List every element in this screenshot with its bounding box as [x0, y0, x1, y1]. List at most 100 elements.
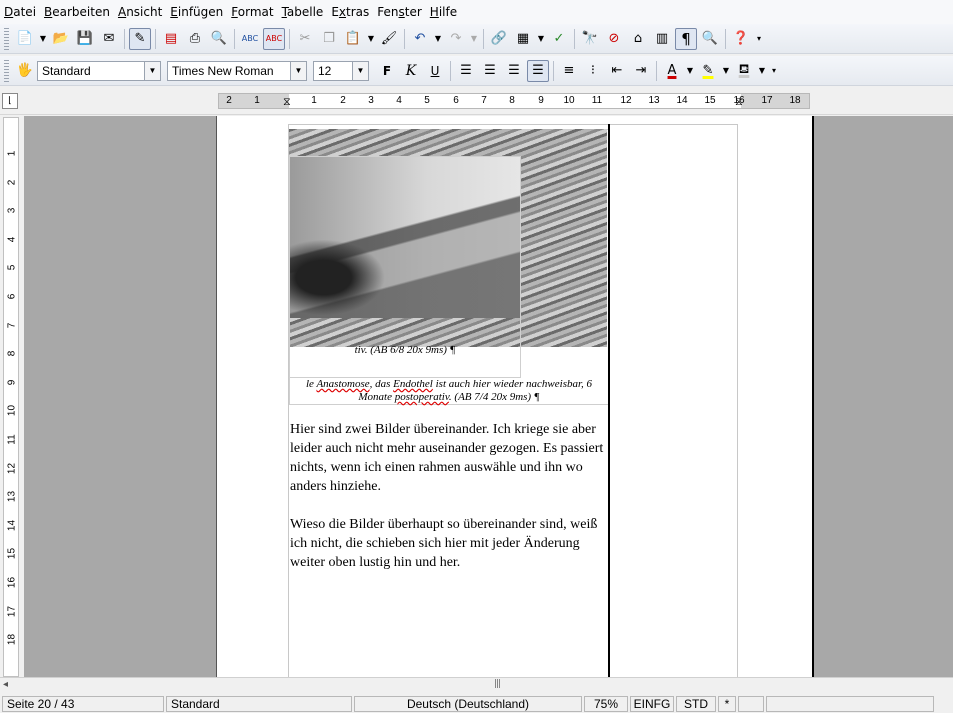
styles-formatting-icon[interactable]: 🖐 [14, 60, 36, 82]
cut-icon[interactable]: ✂ [294, 28, 316, 50]
menu-item[interactable]: Bearbeiten [42, 5, 116, 19]
ruler-tick: 4 [6, 236, 18, 243]
align-center-icon[interactable]: ☰ [479, 60, 501, 82]
hyperlink-icon[interactable]: 🔗 [488, 28, 510, 50]
copy-icon[interactable]: ❐ [318, 28, 340, 50]
body-paragraph[interactable]: Hier sind zwei Bilder übereinander. Ich … [290, 420, 608, 496]
document-area[interactable]: tiv. (AB 6/8 20x 9ms) ¶ le Anastomose, d… [24, 116, 953, 677]
justify-icon[interactable]: ☰ [527, 59, 549, 82]
decrease-indent-icon[interactable]: ⇤ [606, 60, 628, 82]
status-signature[interactable] [738, 696, 764, 712]
page-preview-icon[interactable]: 🔍 [208, 28, 230, 50]
increase-indent-icon[interactable]: ⇥ [630, 60, 652, 82]
ruler-tick: 10 [563, 95, 575, 106]
paragraph-style-combo[interactable]: Standard ▼ [37, 60, 161, 81]
table-icon[interactable]: ▦ [512, 28, 534, 50]
print-icon[interactable]: ⎙ [184, 28, 206, 50]
align-right-icon[interactable]: ☰ [503, 60, 525, 82]
paste-icon[interactable]: 📋 [342, 28, 364, 50]
font-name-combo[interactable]: Times New Roman ▼ [167, 60, 307, 81]
toolbar-overflow-icon[interactable]: ▾ [754, 28, 764, 50]
status-language[interactable]: Deutsch (Deutschland) [354, 696, 582, 712]
save-icon[interactable]: 💾 [74, 28, 96, 50]
zoom-icon[interactable]: 🔍 [699, 28, 721, 50]
highlighting-icon[interactable]: ✎ [697, 60, 719, 82]
menu-item[interactable]: Format [229, 5, 279, 19]
underline-icon[interactable]: U [424, 60, 446, 82]
background-color-dropdown-icon[interactable]: ▼ [757, 60, 767, 82]
navigator-icon[interactable]: ⊘ [603, 28, 625, 50]
tab-stop-selector[interactable]: ⌊ [2, 93, 18, 109]
chevron-down-icon[interactable]: ▼ [352, 61, 368, 80]
menu-item[interactable]: Fenster [375, 5, 428, 19]
highlighting-dropdown-icon[interactable]: ▼ [721, 60, 731, 82]
horizontal-scrollbar[interactable]: ◂ ||| [0, 677, 953, 693]
bullets-icon[interactable]: ⁝ [582, 60, 604, 82]
numbering-icon[interactable]: ≡ [558, 60, 580, 82]
toolbar-overflow-icon[interactable]: ▾ [769, 60, 779, 82]
gallery-icon[interactable]: ⌂ [627, 28, 649, 50]
undo-icon[interactable]: ↶ [409, 28, 431, 50]
ruler-tick: 12 [6, 462, 18, 474]
help-icon[interactable]: ❓ [730, 28, 752, 50]
auto-spellcheck-icon[interactable]: ABC [263, 27, 285, 50]
status-insert-mode[interactable]: EINFG [630, 696, 674, 712]
chevron-down-icon[interactable]: ▼ [290, 61, 306, 80]
menu-bar: Datei Bearbeiten Ansicht Einfügen Format Tabe… [0, 0, 953, 24]
separator [234, 28, 235, 49]
new-document-icon[interactable]: 📄 [14, 28, 36, 50]
ruler-tick: 7 [6, 322, 18, 328]
italic-icon[interactable]: K [400, 60, 422, 82]
left-indent-marker[interactable]: ⧖ [283, 95, 291, 109]
redo-dropdown-icon[interactable]: ▼ [469, 28, 479, 50]
chevron-down-icon[interactable]: ▼ [144, 61, 160, 80]
status-page-style[interactable]: Standard [166, 696, 352, 712]
font-size-combo[interactable]: 12 ▼ [313, 60, 369, 81]
format-paintbrush-icon[interactable]: 🖌 [378, 28, 400, 50]
caption-text: le [305, 378, 317, 390]
menu-item[interactable]: Datei [2, 5, 42, 19]
caption-text: Monate [358, 391, 395, 403]
paste-dropdown-icon[interactable]: ▼ [366, 28, 376, 50]
scroll-grip-icon[interactable]: ||| [494, 679, 501, 689]
redo-icon[interactable]: ↷ [445, 28, 467, 50]
show-draw-functions-icon[interactable]: ✓ [548, 28, 570, 50]
scroll-left-icon[interactable]: ◂ [3, 679, 8, 690]
horizontal-ruler[interactable]: ⧖ ⧖ 2 1 1 2 3 4 5 6 7 8 9 10 11 12 13 14 15 16 17 18 [218, 93, 810, 109]
undo-dropdown-icon[interactable]: ▼ [433, 28, 443, 50]
body-paragraph[interactable]: Wieso die Bilder überhaupt so übereinand… [290, 515, 608, 572]
menu-item[interactable]: Einfügen [168, 5, 229, 19]
background-color-icon[interactable]: ⛾ [733, 60, 755, 82]
document-page[interactable]: tiv. (AB 6/8 20x 9ms) ¶ le Anastomose, d… [216, 116, 814, 677]
bold-icon[interactable]: F [376, 60, 398, 82]
email-icon[interactable]: ✉ [98, 28, 120, 50]
align-left-icon[interactable]: ☰ [455, 60, 477, 82]
status-zoom[interactable]: 75% [584, 696, 628, 712]
separator [725, 28, 726, 49]
find-replace-icon[interactable]: 🔭 [579, 28, 601, 50]
export-pdf-icon[interactable]: ▤ [160, 28, 182, 50]
menu-item[interactable]: Tabelle [280, 5, 330, 19]
toolbar-handle[interactable] [4, 59, 9, 82]
formatting-marks-icon[interactable]: ¶ [675, 27, 697, 50]
status-modified[interactable]: * [718, 696, 736, 712]
menu-item[interactable]: Ansicht [116, 5, 168, 19]
status-selection-mode[interactable]: STD [676, 696, 716, 712]
font-color-dropdown-icon[interactable]: ▼ [685, 60, 695, 82]
status-page[interactable]: Seite 20 / 43 [2, 696, 164, 712]
edit-mode-icon[interactable]: ✎ [129, 27, 151, 50]
menu-item[interactable]: Extras [329, 5, 375, 19]
font-color-icon[interactable]: A [661, 60, 683, 82]
caption-misspelled-word: Endothel [393, 378, 433, 390]
spellcheck-icon[interactable]: ABC [239, 28, 261, 50]
table-dropdown-icon[interactable]: ▼ [536, 28, 546, 50]
menu-item[interactable]: Hilfe [428, 5, 463, 19]
toolbar-handle[interactable] [4, 27, 9, 50]
separator [483, 28, 484, 49]
data-sources-icon[interactable]: ▥ [651, 28, 673, 50]
vertical-ruler[interactable]: 1 2 3 4 5 6 7 8 9 10 11 12 13 14 15 16 17 18 [3, 117, 19, 677]
ruler-tick: 8 [6, 350, 18, 357]
new-dropdown-icon[interactable]: ▼ [38, 28, 48, 50]
ruler-tick: 8 [509, 95, 515, 106]
open-folder-icon[interactable]: 📂 [50, 28, 72, 50]
